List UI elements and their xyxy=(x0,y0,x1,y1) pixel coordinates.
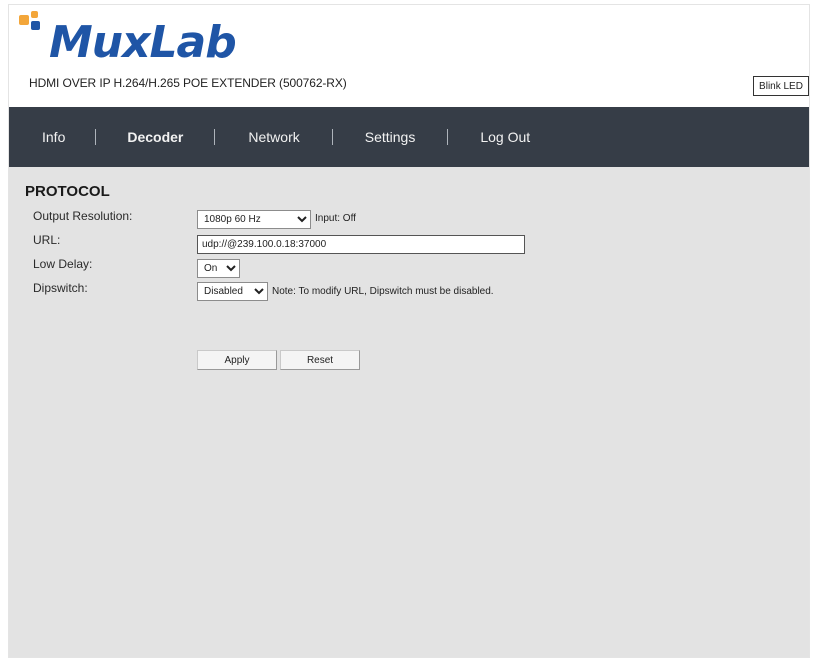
section-title: PROTOCOL xyxy=(25,183,110,200)
url-label: URL: xyxy=(33,233,61,247)
input-status-note: Input: Off xyxy=(315,213,356,224)
nav-separator xyxy=(331,129,333,145)
low-delay-label: Low Delay: xyxy=(33,257,93,271)
device-title: HDMI OVER IP H.264/H.265 POE EXTENDER (5… xyxy=(29,76,347,90)
apply-button[interactable]: Apply xyxy=(197,350,277,370)
output-resolution-select[interactable]: 1080p 60 Hz xyxy=(197,210,311,229)
muxlab-logo[interactable]: MuxLab xyxy=(17,7,257,77)
nav-item-network[interactable]: Network xyxy=(248,129,299,145)
nav-item-info[interactable]: Info xyxy=(42,129,65,145)
nav-item-settings[interactable]: Settings xyxy=(365,129,416,145)
logo-text: MuxLab xyxy=(49,17,237,68)
url-input[interactable] xyxy=(197,235,525,254)
page-frame: MuxLab HDMI OVER IP H.264/H.265 POE EXTE… xyxy=(8,4,810,658)
nav-separator xyxy=(214,129,216,145)
logo-dot-orange xyxy=(19,15,29,25)
header: MuxLab HDMI OVER IP H.264/H.265 POE EXTE… xyxy=(9,5,809,103)
reset-button[interactable]: Reset xyxy=(280,350,360,370)
main-nav: Info Decoder Network Settings Log Out xyxy=(9,107,809,167)
dipswitch-note: Note: To modify URL, Dipswitch must be d… xyxy=(272,286,494,297)
logo-dot-orange-small xyxy=(31,11,38,18)
nav-item-logout[interactable]: Log Out xyxy=(480,129,530,145)
logo-dot-blue xyxy=(31,21,40,30)
dipswitch-select[interactable]: Disabled xyxy=(197,282,268,301)
blink-led-button[interactable]: Blink LED xyxy=(753,76,809,96)
nav-separator xyxy=(447,129,449,145)
output-resolution-label: Output Resolution: xyxy=(33,209,133,223)
low-delay-select[interactable]: On xyxy=(197,259,240,278)
dipswitch-label: Dipswitch: xyxy=(33,281,88,295)
nav-item-decoder[interactable]: Decoder xyxy=(127,129,183,145)
protocol-panel: PROTOCOL Output Resolution: 1080p 60 Hz … xyxy=(9,167,809,657)
nav-separator xyxy=(95,129,97,145)
